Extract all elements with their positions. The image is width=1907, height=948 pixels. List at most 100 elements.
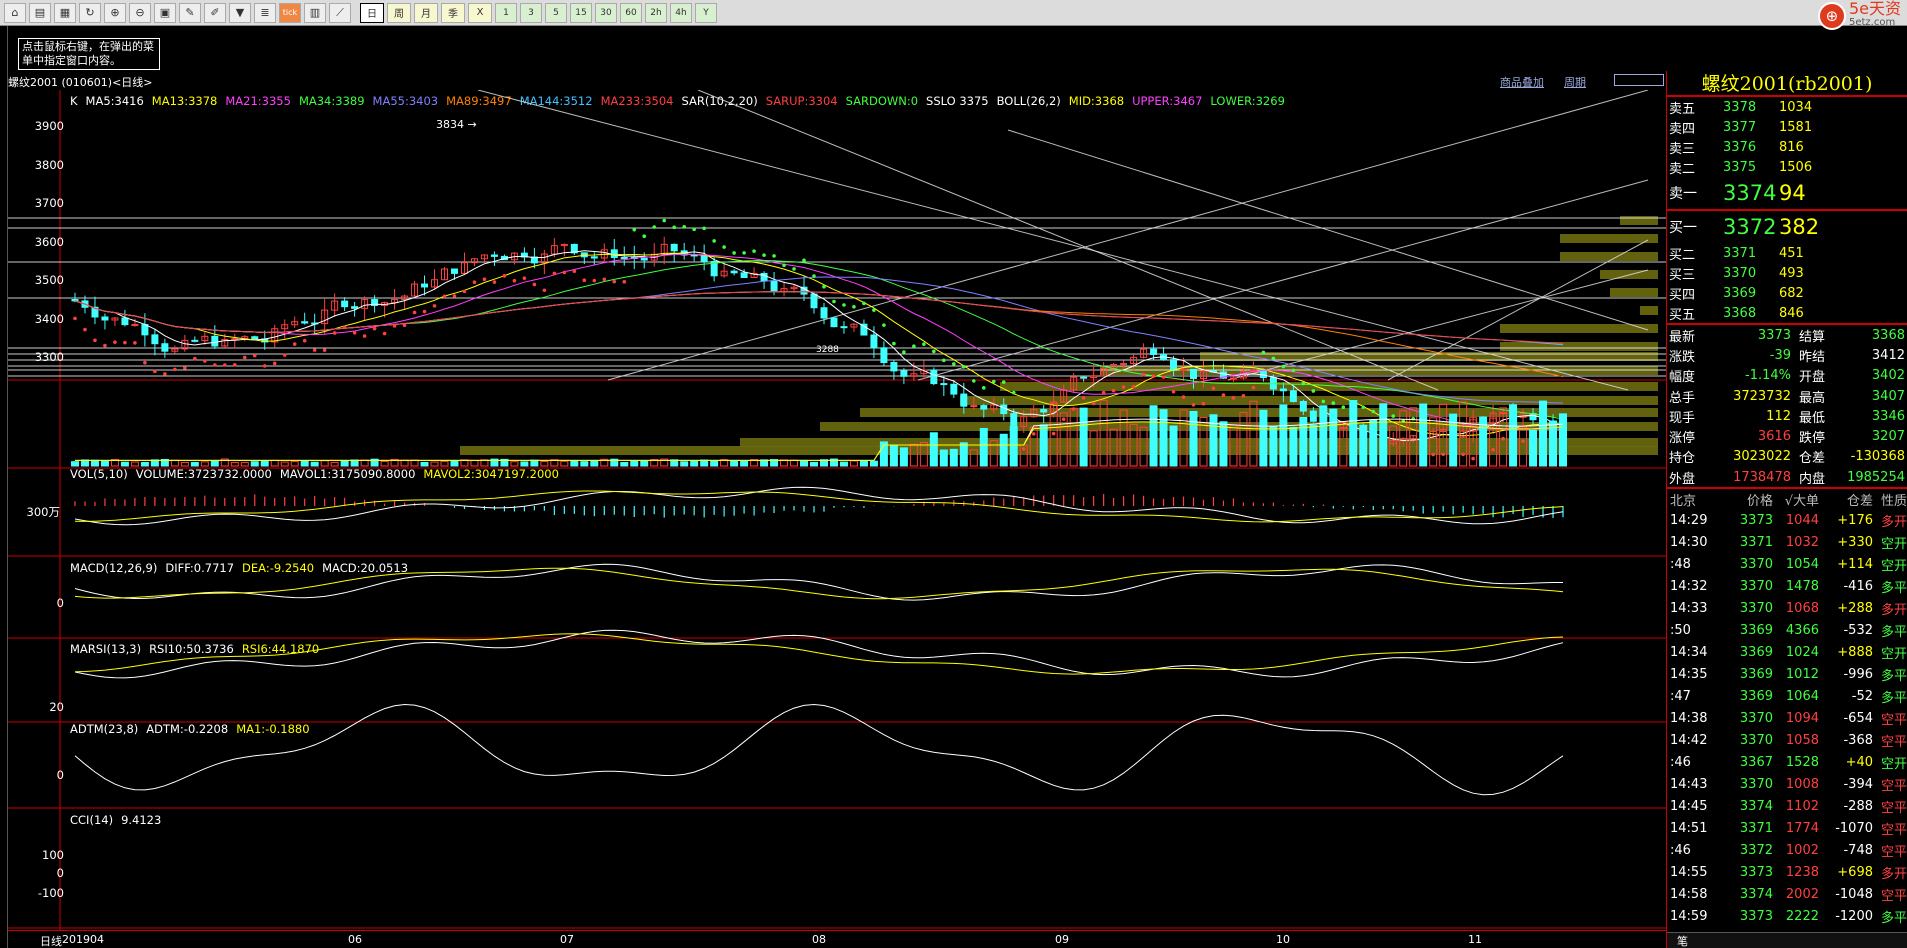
volume-bar — [849, 460, 858, 467]
volume-profile-bar — [1620, 216, 1658, 225]
line-chart-icon[interactable]: ⟋ — [329, 2, 351, 23]
filter-icon[interactable]: ▼ — [229, 2, 251, 23]
trade-row: :50 3369 4366 -532 多平 — [1667, 619, 1907, 641]
time-tick: 07 — [560, 933, 574, 946]
interval-button-5[interactable]: 60 — [620, 2, 642, 23]
interval-button-2[interactable]: 5 — [545, 2, 567, 23]
folder-icon[interactable]: ▤ — [29, 2, 51, 23]
interval-button-0[interactable]: 1 — [495, 2, 517, 23]
candle-body — [351, 306, 359, 309]
window-icon[interactable]: ▣ — [154, 2, 176, 23]
table-icon[interactable]: ▥ — [304, 2, 326, 23]
overlay-link[interactable]: 商品叠加 — [1500, 74, 1544, 90]
candle-body — [1190, 368, 1197, 379]
bid-row[interactable]: 买二 3371 451 — [1667, 243, 1907, 263]
candle-body — [820, 307, 828, 319]
candle-body — [770, 280, 778, 293]
trade-time: 14:35 — [1670, 666, 1708, 682]
kline-chart[interactable]: 3834 → 3288 — [8, 90, 1666, 948]
vol-axis-label: 300万 — [26, 505, 60, 519]
sar-dot — [352, 331, 357, 335]
ask-label: 卖二 — [1669, 161, 1696, 177]
stats-row: 持仓 3023022 仓差 -130368 — [1667, 447, 1907, 467]
trade-row: 14:33 3370 1068 +288 多开 — [1667, 597, 1907, 619]
period-button-1[interactable]: 周 — [387, 2, 411, 23]
trade-nature: 空开 — [1880, 756, 1907, 772]
tooltip: 点击鼠标右键，在弹出的菜单中指定窗口内容。 — [18, 38, 160, 70]
volume-bar — [470, 459, 479, 467]
home-icon[interactable]: ⌂ — [4, 2, 26, 23]
trade-nature: 空开 — [1880, 646, 1907, 662]
ask-row[interactable]: 卖四 3377 1581 — [1667, 117, 1907, 137]
candle-body — [71, 299, 79, 302]
stat-value: 3616 — [1757, 429, 1791, 445]
interval-button-4[interactable]: 30 — [595, 2, 617, 23]
trade-vol: 1528 — [1785, 754, 1819, 770]
volume-profile-bar — [740, 438, 1658, 447]
bookmark-icon[interactable]: ▦ — [54, 2, 76, 23]
time-tick: 11 — [1468, 933, 1482, 946]
sar-dot — [1461, 452, 1465, 457]
interval-button-3[interactable]: 15 — [570, 2, 592, 23]
trade-time: :50 — [1670, 622, 1691, 638]
period-button-3[interactable]: 季 — [441, 2, 465, 23]
stat-value: 3373 — [1757, 327, 1791, 343]
stat-value: 3368 — [1871, 327, 1905, 343]
period-button-4[interactable]: X — [468, 2, 492, 23]
interval-button-7[interactable]: 4h — [670, 2, 692, 23]
refresh-icon[interactable]: ↻ — [79, 2, 101, 23]
brush-icon[interactable]: ✐ — [204, 2, 226, 23]
zoom-out-icon[interactable]: ⊖ — [129, 2, 151, 23]
trade-nature: 多平 — [1880, 624, 1907, 640]
sar-dot — [1321, 399, 1326, 404]
ask-row[interactable]: 卖三 3376 816 — [1667, 137, 1907, 157]
pen-icon[interactable]: ✎ — [179, 2, 201, 23]
ask-row[interactable]: 卖五 3378 1034 — [1667, 97, 1907, 117]
trade-time: 14:34 — [1670, 644, 1708, 660]
ask-row[interactable]: 卖二 3375 1506 — [1667, 157, 1907, 177]
quote-panel: 螺纹2001(rb2001) 卖五 3378 1034 卖四 3377 1581 卖三 337… — [1666, 71, 1907, 948]
trade-oi: -288 — [1843, 798, 1873, 814]
bid-row[interactable]: 买三 3370 493 — [1667, 263, 1907, 283]
candle-body — [211, 335, 219, 347]
zoom-in-icon[interactable]: ⊕ — [104, 2, 126, 23]
trades-head-vol[interactable]: √大单 — [1773, 490, 1819, 509]
volume-bar — [620, 461, 629, 467]
period-button-0[interactable]: 日 — [360, 2, 384, 23]
period-link[interactable]: 周期 — [1564, 74, 1586, 90]
bid-row[interactable]: 买四 3369 682 — [1667, 283, 1907, 303]
sar-dot — [272, 361, 277, 366]
stat-value: -39 — [1769, 347, 1791, 363]
interval-button-8[interactable]: Y — [695, 2, 717, 23]
indicator-line — [74, 486, 1564, 526]
ask-label: 卖五 — [1669, 101, 1696, 117]
time-tick: 201904 — [62, 933, 104, 946]
trade-nature: 多开 — [1880, 514, 1907, 530]
trade-oi: +114 — [1837, 556, 1873, 572]
tick-button[interactable]: tick — [279, 2, 301, 23]
bid-row[interactable]: 买五 3368 846 — [1667, 303, 1907, 323]
price-tick: 3900 — [34, 119, 64, 133]
view-switch-icon[interactable] — [1614, 74, 1664, 86]
volume-bar — [90, 459, 99, 467]
tick-tab[interactable]: 笔 — [1667, 932, 1907, 948]
sar-dot — [892, 341, 896, 346]
volume-bar — [210, 460, 219, 467]
bid-vol: 846 — [1779, 305, 1804, 321]
trade-row: :47 3369 1064 -52 多平 — [1667, 685, 1907, 707]
ask1-row[interactable]: 卖一 3374 94 — [1667, 177, 1907, 209]
interval-button-6[interactable]: 2h — [645, 2, 667, 23]
candle-body — [620, 256, 628, 259]
bid1-row[interactable]: 买一 3372 382 — [1667, 211, 1907, 243]
sar-dot — [292, 342, 297, 346]
legend-item: DIFF:0.7717 — [165, 561, 235, 575]
volume-bar — [410, 459, 419, 467]
sar-dot — [302, 338, 307, 343]
news-icon[interactable]: ≣ — [254, 2, 276, 23]
period-button-2[interactable]: 月 — [414, 2, 438, 23]
interval-button-1[interactable]: 3 — [520, 2, 542, 23]
rsi-legend: MARSI(13,3) RSI10:50.3736 RSI6:44.1870 — [70, 642, 319, 656]
volume-bar — [270, 459, 279, 467]
legend-item: RSI6:44.1870 — [241, 642, 320, 656]
trade-price: 3370 — [1739, 600, 1773, 616]
